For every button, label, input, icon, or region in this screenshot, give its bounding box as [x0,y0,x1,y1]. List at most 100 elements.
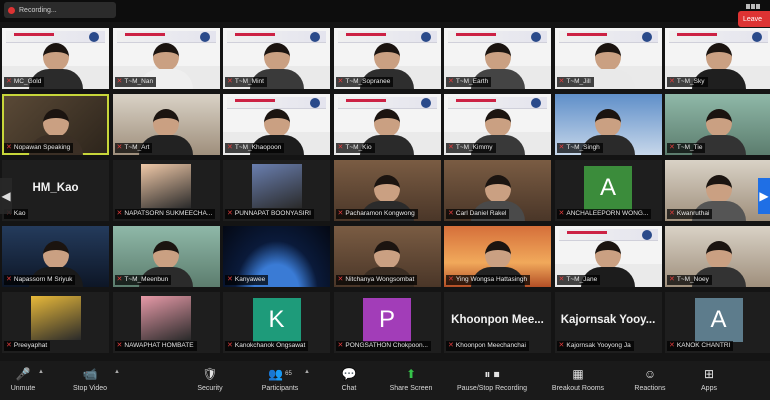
participants-button[interactable]: 👥 65 Participants ▲ [248,361,312,400]
muted-mic-icon: ✕ [337,78,344,85]
unmute-button[interactable]: 🎤 Unmute ▲ [0,361,46,400]
participant-tile[interactable]: ✕ T~M_Noey [665,226,770,287]
recording-button[interactable]: ⏸ ⏹ Pause/Stop Recording [448,361,536,400]
event-banner-background [227,97,326,109]
participant-name-text: T~M_Tie [676,144,703,151]
participant-tile[interactable]: Kajornsak Yooy... ✕ Kajornsak Yooyong Ja [554,292,662,353]
caret-up-icon[interactable]: ▲ [114,369,120,375]
participant-tile[interactable]: ✕ T~M_Kio [333,94,441,155]
participant-name-text: PONGSATHON Chokpoon... [345,342,428,349]
participant-tile[interactable]: ✕ Preeyaphat [2,292,109,353]
participant-tile[interactable]: P ✕ PONGSATHON Chokpoon... [333,292,441,353]
recording-indicator[interactable]: Recording... [4,2,116,18]
participant-name-text: T~M_Jane [566,276,598,283]
event-banner-background [558,31,658,43]
profile-picture [251,164,302,208]
caret-up-icon[interactable]: ▲ [38,369,44,375]
muted-mic-icon: ✕ [6,144,12,151]
participant-tile[interactable]: A ✕ ANCHALEEPORN WONG... [554,160,662,221]
participant-tile[interactable]: ✕ Nitchanya Wongsombat [333,226,441,287]
participant-name-label: ✕ T~M_Sopranee [335,77,394,87]
participant-tile[interactable]: ✕ T~M_Art [112,94,220,155]
participant-display-name: Kajornsak Yooy... [560,314,656,326]
mic-off-icon: 🎤 [15,367,31,381]
apps-button[interactable]: ⊞ Apps [686,361,732,400]
participant-name-text: Nopawan Speaking [13,144,71,151]
participant-tile[interactable]: ✕ NAPATSORN SUKMEECHA... [112,160,220,221]
participant-tile[interactable]: ✕ PUNNAPAT BOONYASIRI [223,160,330,221]
participant-tile[interactable]: HM_Kao✕Kao [2,160,109,221]
participant-tile[interactable]: ✕ NAWAPHAT HOMBATE [112,292,220,353]
participant-name-text: Kwanruthai [676,210,710,217]
participant-tile[interactable]: ✕ Pacharamon Kongwong [333,160,441,221]
muted-mic-icon: ✕ [337,144,344,151]
participant-tile[interactable]: ✕ T~M_Jane [554,226,662,287]
muted-mic-icon: ✕ [669,210,675,217]
participant-tile[interactable]: ✕ T~M_Tie [665,94,770,155]
security-button[interactable]: 🛡 Security [182,361,238,400]
leave-button[interactable]: Leave [738,11,770,27]
breakout-button[interactable]: ▦ Breakout Rooms [542,361,614,400]
participant-name-label: ✕ T~M_Mint [225,77,267,87]
participant-tile[interactable]: ✕ Nopawan Speaking [2,94,109,155]
caret-up-icon[interactable]: ▲ [304,369,310,375]
participant-name-label: ✕ T~M_Tie [667,143,706,153]
muted-mic-icon: ✕ [227,144,233,151]
share-screen-icon: ⬆ [405,367,417,381]
participant-name-text: Khoonpon Meechanchai [455,342,526,349]
participant-name-text: Napassorn M Sriyuk [13,276,73,283]
participant-tile[interactable]: ✕ Napassorn M Sriyuk [2,226,109,287]
participant-tile[interactable]: K ✕ Kanokchanok Ongsawat [223,292,330,353]
participant-name-label: ✕ T~M_Nan [114,77,157,87]
next-page-arrow-icon[interactable]: ▶ [758,178,770,214]
participant-name-label: ✕ T~M_Jane [556,275,601,285]
avatar-initial: P [363,298,411,342]
toolbar-label: Apps [701,385,717,392]
participant-tile[interactable]: ✕ T~M_Khaopoon [223,94,330,155]
participant-tile[interactable]: ✕ T~M_Sopranee [333,28,441,89]
meeting-title: Recording... [19,6,57,14]
participant-tile[interactable]: ✕ T~M_Singh [554,94,662,155]
profile-picture [141,296,191,340]
participant-tile[interactable]: ✕ Ying Wongsa Hattasingh [444,226,551,287]
muted-mic-icon: ✕ [116,210,123,217]
participant-tile[interactable]: ✕ T~M_Earth [444,28,551,89]
participant-name-text: Kanokchanok Ongsawat [234,342,306,349]
previous-page-arrow-icon[interactable]: ◀ [0,178,12,214]
share-screen-button[interactable]: ⬆ Share Screen [382,361,440,400]
participant-name-text: T~M_Sky [676,78,705,85]
chat-button[interactable]: 💬 Chat [326,361,372,400]
muted-mic-icon: ✕ [558,144,565,151]
participant-tile[interactable]: ✕ Kanyawee [223,226,330,287]
participant-name-text: Kao [13,210,26,217]
muted-mic-icon: ✕ [6,78,12,85]
muted-mic-icon: ✕ [448,342,454,349]
event-banner-background [337,31,437,43]
participant-name-label: ✕ Napassorn M Sriyuk [4,275,76,285]
reactions-button[interactable]: ☺ Reactions [620,361,680,400]
participant-tile[interactable]: ✕ T~M_Meenbun [112,226,220,287]
participant-name-label: ✕ T~M_Meenbun [114,275,172,285]
muted-mic-icon: ✕ [116,78,123,85]
participant-name-label: ✕ T~M_Kimmy [446,143,496,153]
event-banner-background [6,31,105,43]
participant-tile[interactable]: ✕ Carl Daniel Rakel [444,160,551,221]
event-banner-background [669,31,768,43]
participant-name-text: T~M_Kio [345,144,372,151]
event-banner-background [558,229,658,241]
participant-tile[interactable]: ✕ T~M_Nan [112,28,220,89]
participant-tile[interactable]: ✕ T~M_Kimmy [444,94,551,155]
participant-tile[interactable]: A ✕ KANOK CHANTRI [665,292,770,353]
stop-video-button[interactable]: 📹 Stop Video ▲ [58,361,122,400]
participant-tile[interactable]: ✕ T~M_Sky [665,28,770,89]
participant-name-label: ✕ Kajornsak Yooyong Ja [556,341,634,351]
participant-tile[interactable]: ✕ MC_Gold [2,28,109,89]
participant-tile[interactable]: ✕ Kwanruthai [665,160,770,221]
participant-tile[interactable]: ✕ T~M_Mint [223,28,330,89]
toolbar-label: Participants [261,385,299,392]
participant-tile[interactable]: Khoonpon Mee... ✕ Khoonpon Meechanchai [444,292,551,353]
profile-picture [30,296,81,340]
participant-name-text: T~M_Singh [566,144,600,151]
participant-name-text: T~M_Meenbun [124,276,169,283]
participant-tile[interactable]: ✕ T~M_Jill [554,28,662,89]
